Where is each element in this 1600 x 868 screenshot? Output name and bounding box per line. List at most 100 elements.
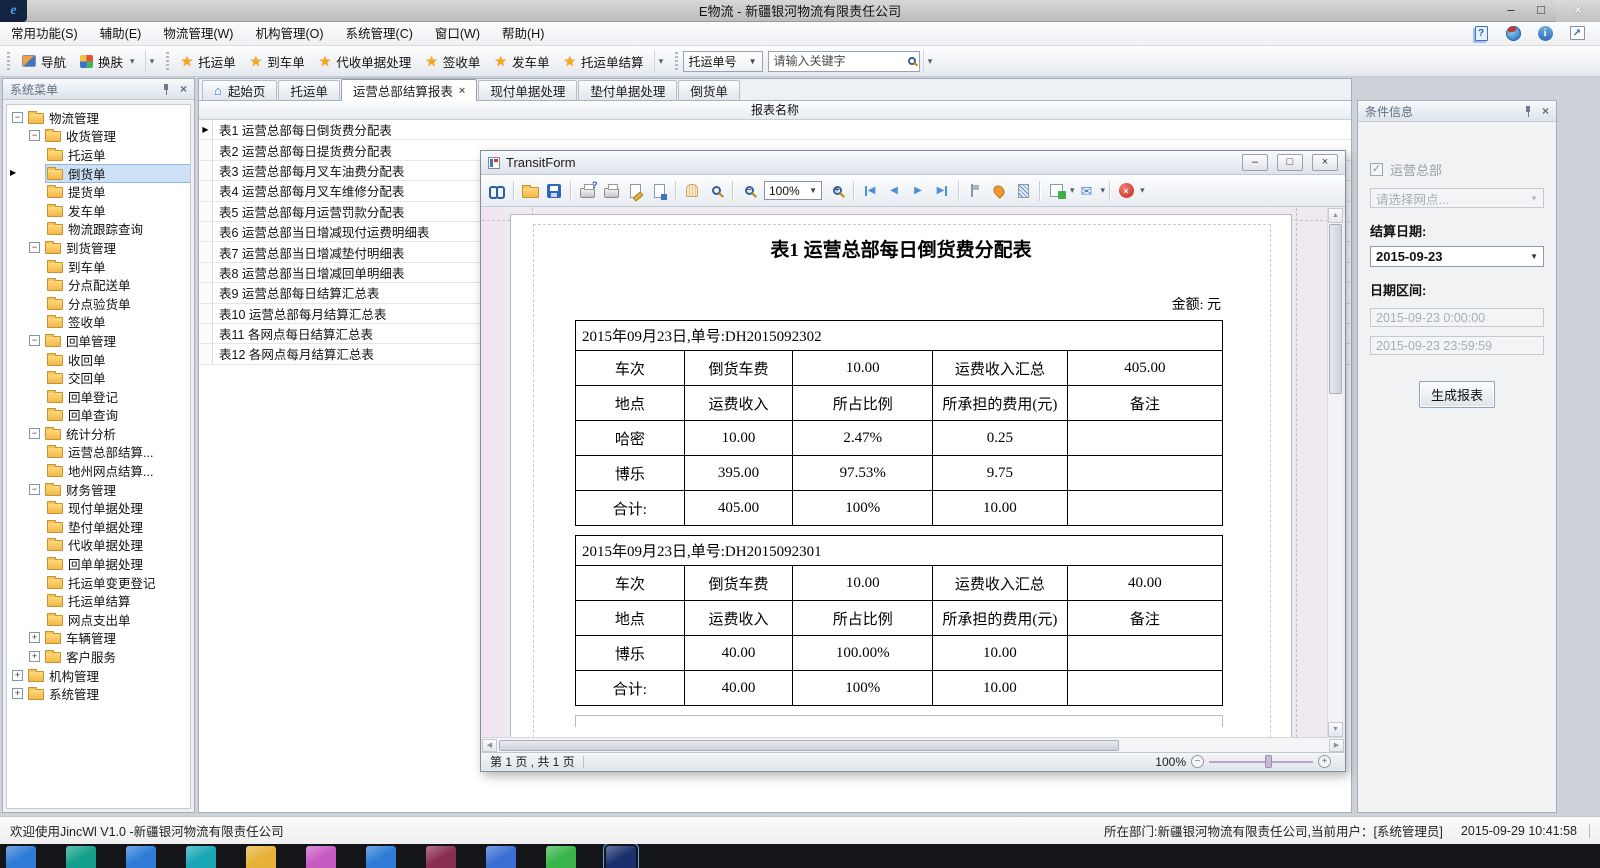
transit-minimize-button[interactable]: – <box>1242 154 1268 171</box>
toolbar-grip[interactable] <box>166 52 169 70</box>
taskbar-app-2[interactable] <box>66 846 96 868</box>
scroll-down-icon[interactable]: ▼ <box>1328 722 1343 737</box>
menu-item-5[interactable]: 系统管理(C) <box>335 22 424 46</box>
favorite-button-3[interactable]: ★代收单据处理 <box>312 49 419 74</box>
parameters-button[interactable] <box>987 179 1011 203</box>
taskbar-app-5[interactable] <box>246 846 276 868</box>
menu-item-4[interactable]: 机构管理(O) <box>244 22 334 46</box>
tree-item-22[interactable]: 现付单据处理 <box>7 498 190 517</box>
toolbar-grip[interactable] <box>675 52 678 70</box>
transit-close-button[interactable]: × <box>1312 154 1338 171</box>
tree-item-32[interactable]: +系统管理 <box>7 684 190 703</box>
tree-item-14[interactable]: 收回单 <box>7 350 190 369</box>
search-field-select[interactable]: 托运单号 ▼ <box>683 51 763 72</box>
stats-button[interactable]: ↗ <box>1568 24 1586 42</box>
tree-expander[interactable]: + <box>12 688 23 699</box>
tree-expander[interactable]: + <box>29 632 40 643</box>
zoom-out-button[interactable]: − <box>737 179 761 203</box>
hq-checkbox[interactable]: ✓ <box>1370 163 1383 176</box>
tree-item-26[interactable]: 托运单变更登记 <box>7 573 190 592</box>
minimize-button[interactable]: – <box>1496 0 1526 22</box>
favorites-overflow-button[interactable]: ▾ <box>654 50 668 73</box>
tree-item-9[interactable]: 到车单 <box>7 257 190 276</box>
pin-icon[interactable] <box>162 84 171 95</box>
tree-expander[interactable]: − <box>29 335 40 346</box>
zoom-in-icon[interactable]: + <box>1318 755 1331 768</box>
print-button[interactable] <box>599 179 623 203</box>
tree-item-18[interactable]: −统计分析 <box>7 424 190 443</box>
tree-item-25[interactable]: 回单单据处理 <box>7 554 190 573</box>
taskbar-app-6[interactable] <box>306 846 336 868</box>
tree-item-12[interactable]: 签收单 <box>7 313 190 332</box>
taskbar-app-10[interactable] <box>546 846 576 868</box>
tree-item-17[interactable]: 回单查询 <box>7 406 190 425</box>
taskbar-app-3[interactable] <box>126 846 156 868</box>
restore-button[interactable]: □ <box>1526 0 1556 22</box>
menu-item-1[interactable]: 常用功能(S) <box>0 22 89 46</box>
scroll-right-icon[interactable]: ▶ <box>1329 739 1344 752</box>
search-overflow-button[interactable]: ▾ <box>923 50 937 73</box>
previous-page-button[interactable]: ◀ <box>882 179 906 203</box>
tree-item-28[interactable]: 网点支出单 <box>7 610 190 629</box>
zoom-select[interactable]: 100% ▼ <box>764 181 822 200</box>
export-button[interactable] <box>1044 179 1068 203</box>
toolbar-overflow-button[interactable]: ▾ <box>145 50 159 73</box>
tree-item-16[interactable]: 回单登记 <box>7 387 190 406</box>
search-icon[interactable] <box>908 57 916 65</box>
tree-item-7[interactable]: 物流跟踪查询 <box>7 220 190 239</box>
last-page-button[interactable]: ▶ <box>930 179 954 203</box>
tab-2[interactable]: 托运单 <box>278 80 340 100</box>
menu-item-7[interactable]: 帮助(H) <box>491 22 555 46</box>
first-page-button[interactable]: ◀ <box>858 179 882 203</box>
taskbar-app-1[interactable] <box>6 846 36 868</box>
preview-horizontal-scrollbar[interactable]: ◀ ▶ <box>482 737 1344 752</box>
toolbar-grip[interactable] <box>7 52 10 70</box>
sidebar-close-icon[interactable]: × <box>180 82 187 96</box>
generate-report-button[interactable]: 生成报表 <box>1419 381 1495 408</box>
save-button[interactable] <box>542 179 566 203</box>
next-page-button[interactable]: ▶ <box>906 179 930 203</box>
pin-icon[interactable] <box>1524 106 1533 117</box>
menu-item-6[interactable]: 窗口(W) <box>424 22 491 46</box>
tab-6[interactable]: 倒货单 <box>678 80 740 100</box>
favorite-button-1[interactable]: ★托运单 <box>174 49 243 74</box>
range-start-field[interactable]: 2015-09-23 0:00:00 <box>1370 308 1544 327</box>
tree-expander[interactable]: − <box>29 242 40 253</box>
taskbar-app-8[interactable] <box>426 846 456 868</box>
transit-title-bar[interactable]: TransitForm – □ × <box>481 151 1345 175</box>
tree-item-20[interactable]: 地州网点结算... <box>7 461 190 480</box>
search-input[interactable] <box>774 54 908 68</box>
zoom-tool-button[interactable] <box>704 179 728 203</box>
print-settings-button[interactable] <box>575 179 599 203</box>
range-end-field[interactable]: 2015-09-23 23:59:59 <box>1370 336 1544 355</box>
tree-item-11[interactable]: 分点验货单 <box>7 294 190 313</box>
tab-5[interactable]: 垫付单据处理 <box>578 80 677 100</box>
info-button[interactable]: i <box>1536 24 1554 42</box>
tree-expander[interactable]: − <box>12 112 23 123</box>
tree-item-8[interactable]: −到货管理 <box>7 238 190 257</box>
page-setup-button[interactable] <box>647 179 671 203</box>
page-design-button[interactable] <box>623 179 647 203</box>
tree-item-2[interactable]: −收货管理 <box>7 127 190 146</box>
taskbar-app-4[interactable] <box>186 846 216 868</box>
tree-item-30[interactable]: +客户服务 <box>7 647 190 666</box>
settle-date-select[interactable]: 2015-09-23 ▼ <box>1370 246 1544 267</box>
zoom-in-button[interactable]: + <box>825 179 849 203</box>
tree-item-21[interactable]: −财务管理 <box>7 480 190 499</box>
menu-item-3[interactable]: 物流管理(W) <box>152 22 244 46</box>
tree-expander[interactable]: − <box>29 428 40 439</box>
taskbar-app-7[interactable] <box>366 846 396 868</box>
site-select[interactable]: 请选择网点... ▼ <box>1370 188 1544 208</box>
transit-maximize-button[interactable]: □ <box>1277 154 1303 171</box>
condition-close-icon[interactable]: × <box>1542 104 1549 118</box>
editor-button[interactable] <box>1011 179 1035 203</box>
zoom-out-icon[interactable]: − <box>1191 755 1204 768</box>
tree-expander[interactable]: − <box>29 130 40 141</box>
tab-1[interactable]: ⌂起始页 <box>202 80 277 100</box>
help-book-button[interactable]: ? <box>1472 24 1490 42</box>
preview-vertical-scrollbar[interactable]: ▲ ▼ <box>1327 208 1343 737</box>
tree-item-23[interactable]: 垫付单据处理 <box>7 517 190 536</box>
tree-item-29[interactable]: +车辆管理 <box>7 629 190 648</box>
close-button[interactable]: × <box>1556 0 1600 22</box>
favorite-button-2[interactable]: ★到车单 <box>243 49 312 74</box>
